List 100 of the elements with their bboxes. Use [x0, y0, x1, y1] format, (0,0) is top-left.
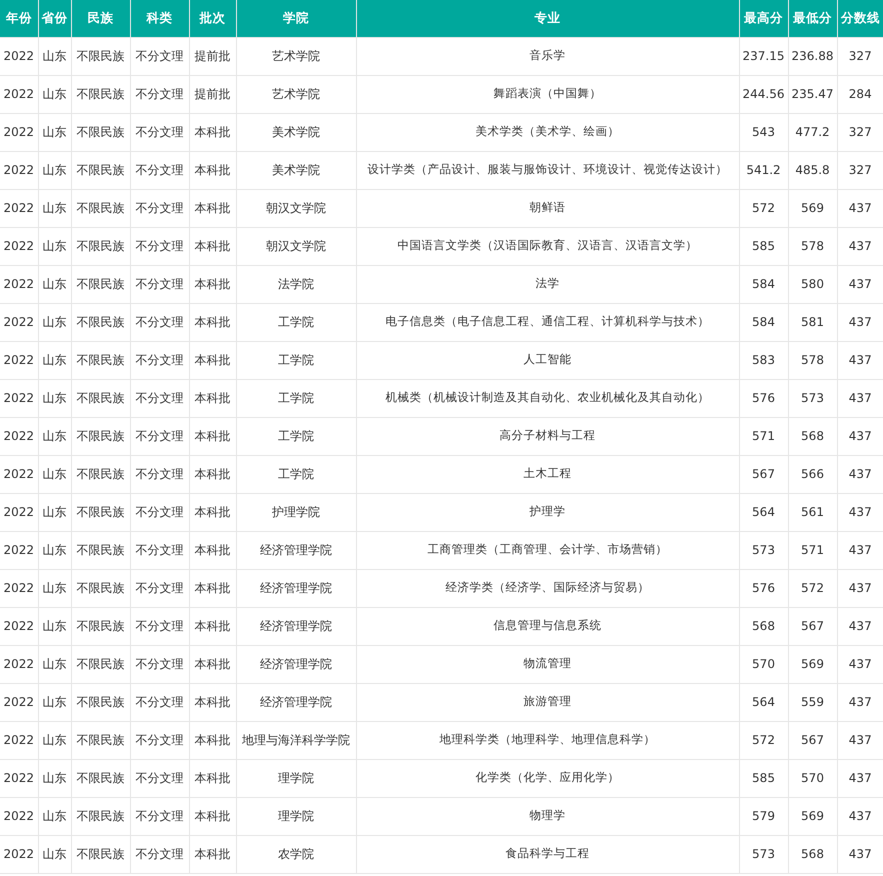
table-cell: 2022 — [0, 113, 38, 151]
table-cell: 2022 — [0, 569, 38, 607]
table-cell: 工学院 — [236, 379, 356, 417]
table-cell: 物流管理 — [356, 645, 739, 683]
table-cell: 音乐学 — [356, 37, 739, 75]
table-cell: 美术学类（美术学、绘画） — [356, 113, 739, 151]
table-cell: 581 — [788, 303, 837, 341]
column-header: 科类 — [130, 0, 189, 37]
table-cell: 244.56 — [739, 75, 788, 113]
table-cell: 2022 — [0, 835, 38, 873]
column-header: 分数线 — [837, 0, 883, 37]
table-cell: 585 — [739, 227, 788, 265]
table-cell: 不限民族 — [71, 455, 130, 493]
table-cell: 571 — [739, 417, 788, 455]
table-cell: 570 — [788, 759, 837, 797]
table-cell: 山东 — [38, 341, 71, 379]
table-cell: 573 — [788, 379, 837, 417]
table-cell: 化学类（化学、应用化学） — [356, 759, 739, 797]
table-cell: 573 — [739, 835, 788, 873]
table-cell: 不限民族 — [71, 379, 130, 417]
table-cell: 567 — [739, 455, 788, 493]
table-cell: 经济管理学院 — [236, 569, 356, 607]
table-cell: 579 — [739, 797, 788, 835]
table-cell: 工学院 — [236, 303, 356, 341]
table-cell: 地理与海洋科学学院 — [236, 721, 356, 759]
table-cell: 高分子材料与工程 — [356, 417, 739, 455]
table-cell: 不分文理 — [130, 75, 189, 113]
table-cell: 山东 — [38, 417, 71, 455]
table-cell: 本科批 — [189, 797, 236, 835]
table-cell: 电子信息类（电子信息工程、通信工程、计算机科学与技术） — [356, 303, 739, 341]
table-cell: 不限民族 — [71, 493, 130, 531]
table-cell: 2022 — [0, 721, 38, 759]
table-cell: 2022 — [0, 265, 38, 303]
table-cell: 本科批 — [189, 189, 236, 227]
table-cell: 541.2 — [739, 151, 788, 189]
table-cell: 2022 — [0, 531, 38, 569]
table-cell: 576 — [739, 379, 788, 417]
table-cell: 不分文理 — [130, 531, 189, 569]
table-cell: 工学院 — [236, 341, 356, 379]
column-header: 年份 — [0, 0, 38, 37]
table-cell: 经济管理学院 — [236, 531, 356, 569]
table-cell: 不限民族 — [71, 303, 130, 341]
table-cell: 机械类（机械设计制造及其自动化、农业机械化及其自动化） — [356, 379, 739, 417]
table-cell: 不限民族 — [71, 189, 130, 227]
table-cell: 2022 — [0, 455, 38, 493]
table-cell: 工学院 — [236, 417, 356, 455]
table-cell: 不限民族 — [71, 151, 130, 189]
table-cell: 2022 — [0, 341, 38, 379]
table-cell: 本科批 — [189, 683, 236, 721]
table-cell: 不限民族 — [71, 607, 130, 645]
table-cell: 2022 — [0, 75, 38, 113]
table-cell: 569 — [788, 797, 837, 835]
table-cell: 568 — [739, 607, 788, 645]
table-cell: 美术学院 — [236, 151, 356, 189]
table-cell: 本科批 — [189, 379, 236, 417]
table-cell: 2022 — [0, 379, 38, 417]
column-header: 最高分 — [739, 0, 788, 37]
table-cell: 山东 — [38, 759, 71, 797]
column-header: 民族 — [71, 0, 130, 37]
column-header: 批次 — [189, 0, 236, 37]
table-cell: 2022 — [0, 189, 38, 227]
table-cell: 本科批 — [189, 493, 236, 531]
table-cell: 564 — [739, 493, 788, 531]
table-cell: 不分文理 — [130, 303, 189, 341]
table-cell: 不分文理 — [130, 607, 189, 645]
table-cell: 559 — [788, 683, 837, 721]
table-cell: 485.8 — [788, 151, 837, 189]
table-cell: 567 — [788, 607, 837, 645]
table-cell: 584 — [739, 265, 788, 303]
table-cell: 不限民族 — [71, 759, 130, 797]
table-cell: 艺术学院 — [236, 37, 356, 75]
table-cell: 477.2 — [788, 113, 837, 151]
table-cell: 本科批 — [189, 227, 236, 265]
table-cell: 2022 — [0, 303, 38, 341]
table-cell: 不限民族 — [71, 75, 130, 113]
table-cell: 不分文理 — [130, 189, 189, 227]
table-cell: 不限民族 — [71, 797, 130, 835]
table-cell: 山东 — [38, 265, 71, 303]
table-cell: 不限民族 — [71, 835, 130, 873]
table-cell: 235.47 — [788, 75, 837, 113]
table-cell: 578 — [788, 227, 837, 265]
table-cell: 2022 — [0, 417, 38, 455]
table-cell: 2022 — [0, 645, 38, 683]
table-cell: 护理学院 — [236, 493, 356, 531]
table-cell: 不分文理 — [130, 417, 189, 455]
table-cell: 不分文理 — [130, 227, 189, 265]
table-cell: 不分文理 — [130, 265, 189, 303]
column-header: 学院 — [236, 0, 356, 37]
table-cell: 山东 — [38, 797, 71, 835]
table-cell: 提前批 — [189, 75, 236, 113]
table-cell: 不分文理 — [130, 721, 189, 759]
table-cell: 不分文理 — [130, 493, 189, 531]
table-cell: 2022 — [0, 37, 38, 75]
table-cell: 不分文理 — [130, 379, 189, 417]
table-cell: 朝汉文学院 — [236, 189, 356, 227]
table-cell: 2022 — [0, 797, 38, 835]
table-cell: 本科批 — [189, 645, 236, 683]
table-cell: 本科批 — [189, 569, 236, 607]
column-header: 专业 — [356, 0, 739, 37]
table-cell: 567 — [788, 721, 837, 759]
